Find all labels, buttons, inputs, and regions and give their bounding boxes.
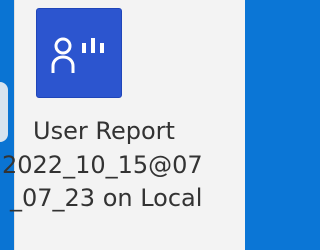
report-label-line-2: 2022_10_15@07 bbox=[2, 151, 203, 179]
left-edge-notch bbox=[0, 82, 8, 142]
report-tile[interactable] bbox=[36, 8, 122, 98]
user-report-icon bbox=[51, 37, 104, 73]
report-label-line-3: _07_23 on Local bbox=[10, 184, 203, 212]
report-label-line-1: User Report bbox=[33, 117, 175, 145]
